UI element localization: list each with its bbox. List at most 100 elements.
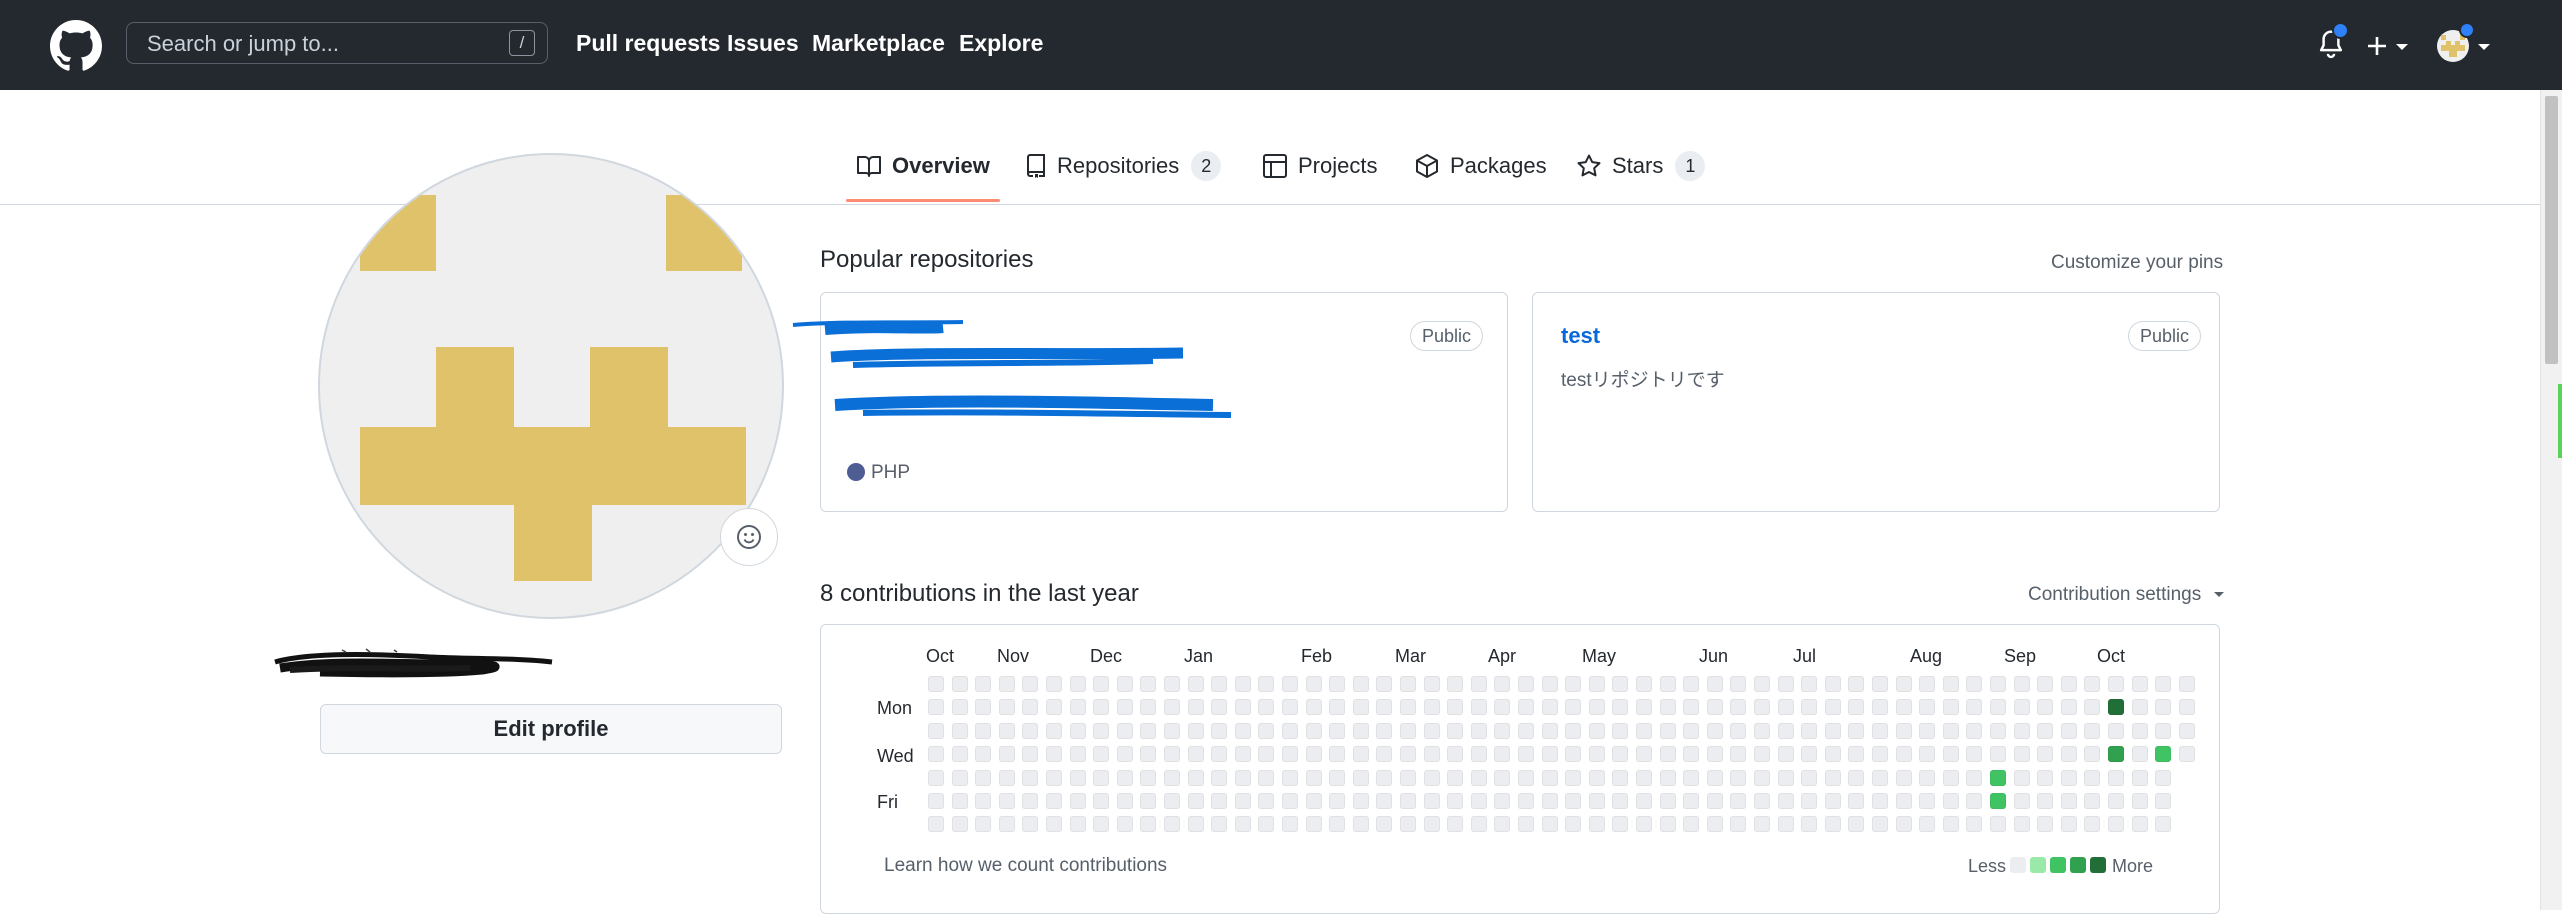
contribution-cell[interactable] <box>1282 746 1298 763</box>
contribution-cell[interactable] <box>1730 676 1747 692</box>
contribution-cell[interactable] <box>1588 769 1605 786</box>
contribution-cell[interactable] <box>1140 816 1157 833</box>
contribution-cell[interactable] <box>2155 746 2172 763</box>
contribution-cell[interactable] <box>1777 816 1794 833</box>
contribution-cell[interactable] <box>1565 793 1582 809</box>
contribution-cell[interactable] <box>1447 676 1464 692</box>
contribution-cell[interactable] <box>1093 746 1110 763</box>
contribution-cell[interactable] <box>2155 816 2172 833</box>
contribution-cell[interactable] <box>1588 676 1605 692</box>
contribution-cell[interactable] <box>1541 816 1558 833</box>
nav-marketplace[interactable]: Marketplace <box>812 30 945 57</box>
contribution-cell[interactable] <box>1754 699 1770 716</box>
contribution-cell[interactable] <box>1069 699 1086 716</box>
contribution-cell[interactable] <box>1541 699 1558 716</box>
contribution-cell[interactable] <box>2155 793 2172 809</box>
tab-repositories[interactable]: Repositories 2 <box>1025 146 1222 186</box>
contribution-cell[interactable] <box>1966 699 1983 716</box>
contribution-cell[interactable] <box>1164 793 1180 809</box>
contribution-cell[interactable] <box>1966 746 1983 763</box>
contribution-cell[interactable] <box>1612 676 1629 692</box>
contribution-cell[interactable] <box>2131 676 2148 692</box>
contribution-cell[interactable] <box>1872 769 1888 786</box>
contribution-cell[interactable] <box>1990 722 2006 739</box>
contribution-cell[interactable] <box>1494 746 1511 763</box>
contribution-cell[interactable] <box>1777 793 1794 809</box>
learn-contributions-link[interactable]: Learn how we count contributions <box>884 855 1167 877</box>
contribution-cell[interactable] <box>1494 793 1511 809</box>
repo-card-2[interactable]: test Public testリポジトリです <box>1532 292 2220 512</box>
customize-pins-link[interactable]: Customize your pins <box>2051 252 2223 274</box>
contribution-cell[interactable] <box>1872 793 1888 809</box>
contribution-cell[interactable] <box>1872 676 1888 692</box>
profile-avatar[interactable] <box>318 153 784 619</box>
contribution-cell[interactable] <box>1824 793 1841 809</box>
contribution-cell[interactable] <box>1069 769 1086 786</box>
contribution-cell[interactable] <box>1423 722 1440 739</box>
contribution-cell[interactable] <box>1470 676 1487 692</box>
contribution-cell[interactable] <box>1400 793 1416 809</box>
contribution-cell[interactable] <box>1565 816 1582 833</box>
contribution-cell[interactable] <box>1116 722 1133 739</box>
contribution-cell[interactable] <box>1706 769 1723 786</box>
contribution-cell[interactable] <box>1305 816 1322 833</box>
contribution-cell[interactable] <box>928 769 944 786</box>
contribution-cell[interactable] <box>1352 769 1369 786</box>
contribution-cell[interactable] <box>1329 746 1346 763</box>
contribution-cell[interactable] <box>2060 699 2077 716</box>
contribution-cell[interactable] <box>1305 699 1322 716</box>
contribution-cell[interactable] <box>1565 676 1582 692</box>
contribution-cell[interactable] <box>1683 816 1700 833</box>
contribution-cell[interactable] <box>928 699 944 716</box>
contribution-cell[interactable] <box>1518 699 1534 716</box>
contribution-cell[interactable] <box>2155 722 2172 739</box>
contribution-cell[interactable] <box>1494 722 1511 739</box>
contribution-cell[interactable] <box>1919 769 1936 786</box>
contribution-cell[interactable] <box>1966 793 1983 809</box>
contribution-cell[interactable] <box>1140 699 1157 716</box>
contribution-cell[interactable] <box>1116 676 1133 692</box>
contribution-cell[interactable] <box>1848 699 1865 716</box>
contribution-cell[interactable] <box>998 769 1015 786</box>
contribution-cell[interactable] <box>2037 793 2054 809</box>
contribution-cell[interactable] <box>2108 793 2124 809</box>
contribution-cell[interactable] <box>1754 722 1770 739</box>
contribution-cell[interactable] <box>1282 676 1298 692</box>
contribution-cell[interactable] <box>1211 793 1228 809</box>
contribution-cell[interactable] <box>1187 793 1204 809</box>
contribution-cell[interactable] <box>1848 793 1865 809</box>
contribution-cell[interactable] <box>1352 676 1369 692</box>
contribution-cell[interactable] <box>2060 722 2077 739</box>
contribution-cell[interactable] <box>2013 699 2030 716</box>
contribution-cell[interactable] <box>1329 699 1346 716</box>
contribution-cell[interactable] <box>1612 699 1629 716</box>
contribution-cell[interactable] <box>1919 793 1936 809</box>
contribution-cell[interactable] <box>1942 699 1959 716</box>
contribution-cell[interactable] <box>1234 793 1251 809</box>
contribution-cell[interactable] <box>1187 769 1204 786</box>
tab-projects[interactable]: Projects <box>1262 146 1377 186</box>
contribution-cell[interactable] <box>1754 816 1770 833</box>
contribution-cell[interactable] <box>2013 816 2030 833</box>
contribution-cell[interactable] <box>1164 769 1180 786</box>
contribution-cell[interactable] <box>1305 793 1322 809</box>
contribution-cell[interactable] <box>1116 699 1133 716</box>
contribution-cell[interactable] <box>2131 699 2148 716</box>
contribution-cell[interactable] <box>951 722 968 739</box>
contribution-cell[interactable] <box>1258 722 1275 739</box>
contribution-cell[interactable] <box>1966 722 1983 739</box>
contribution-cell[interactable] <box>1093 816 1110 833</box>
contribution-cell[interactable] <box>1400 722 1416 739</box>
contribution-cell[interactable] <box>1541 793 1558 809</box>
contribution-cell[interactable] <box>2178 746 2195 763</box>
contribution-cell[interactable] <box>2178 676 2195 692</box>
contribution-cell[interactable] <box>1046 722 1062 739</box>
contribution-cell[interactable] <box>1872 816 1888 833</box>
contribution-cell[interactable] <box>1565 699 1582 716</box>
contribution-cell[interactable] <box>2084 793 2101 809</box>
contribution-cell[interactable] <box>1588 793 1605 809</box>
contribution-cell[interactable] <box>1636 722 1652 739</box>
contribution-cell[interactable] <box>1376 769 1393 786</box>
contribution-cell[interactable] <box>951 793 968 809</box>
contribution-cell[interactable] <box>1683 793 1700 809</box>
